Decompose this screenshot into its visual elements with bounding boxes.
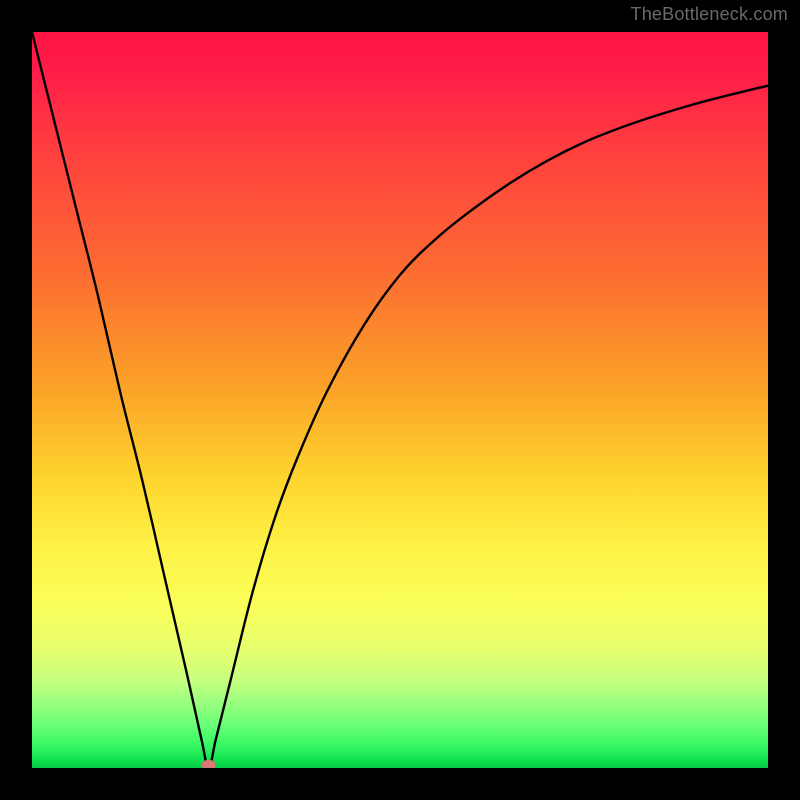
watermark-text: TheBottleneck.com [631, 4, 788, 25]
plot-area [32, 32, 768, 768]
chart-frame: TheBottleneck.com [0, 0, 800, 800]
bottleneck-curve [32, 32, 768, 768]
min-point-marker [202, 760, 216, 768]
curve-svg [32, 32, 768, 768]
